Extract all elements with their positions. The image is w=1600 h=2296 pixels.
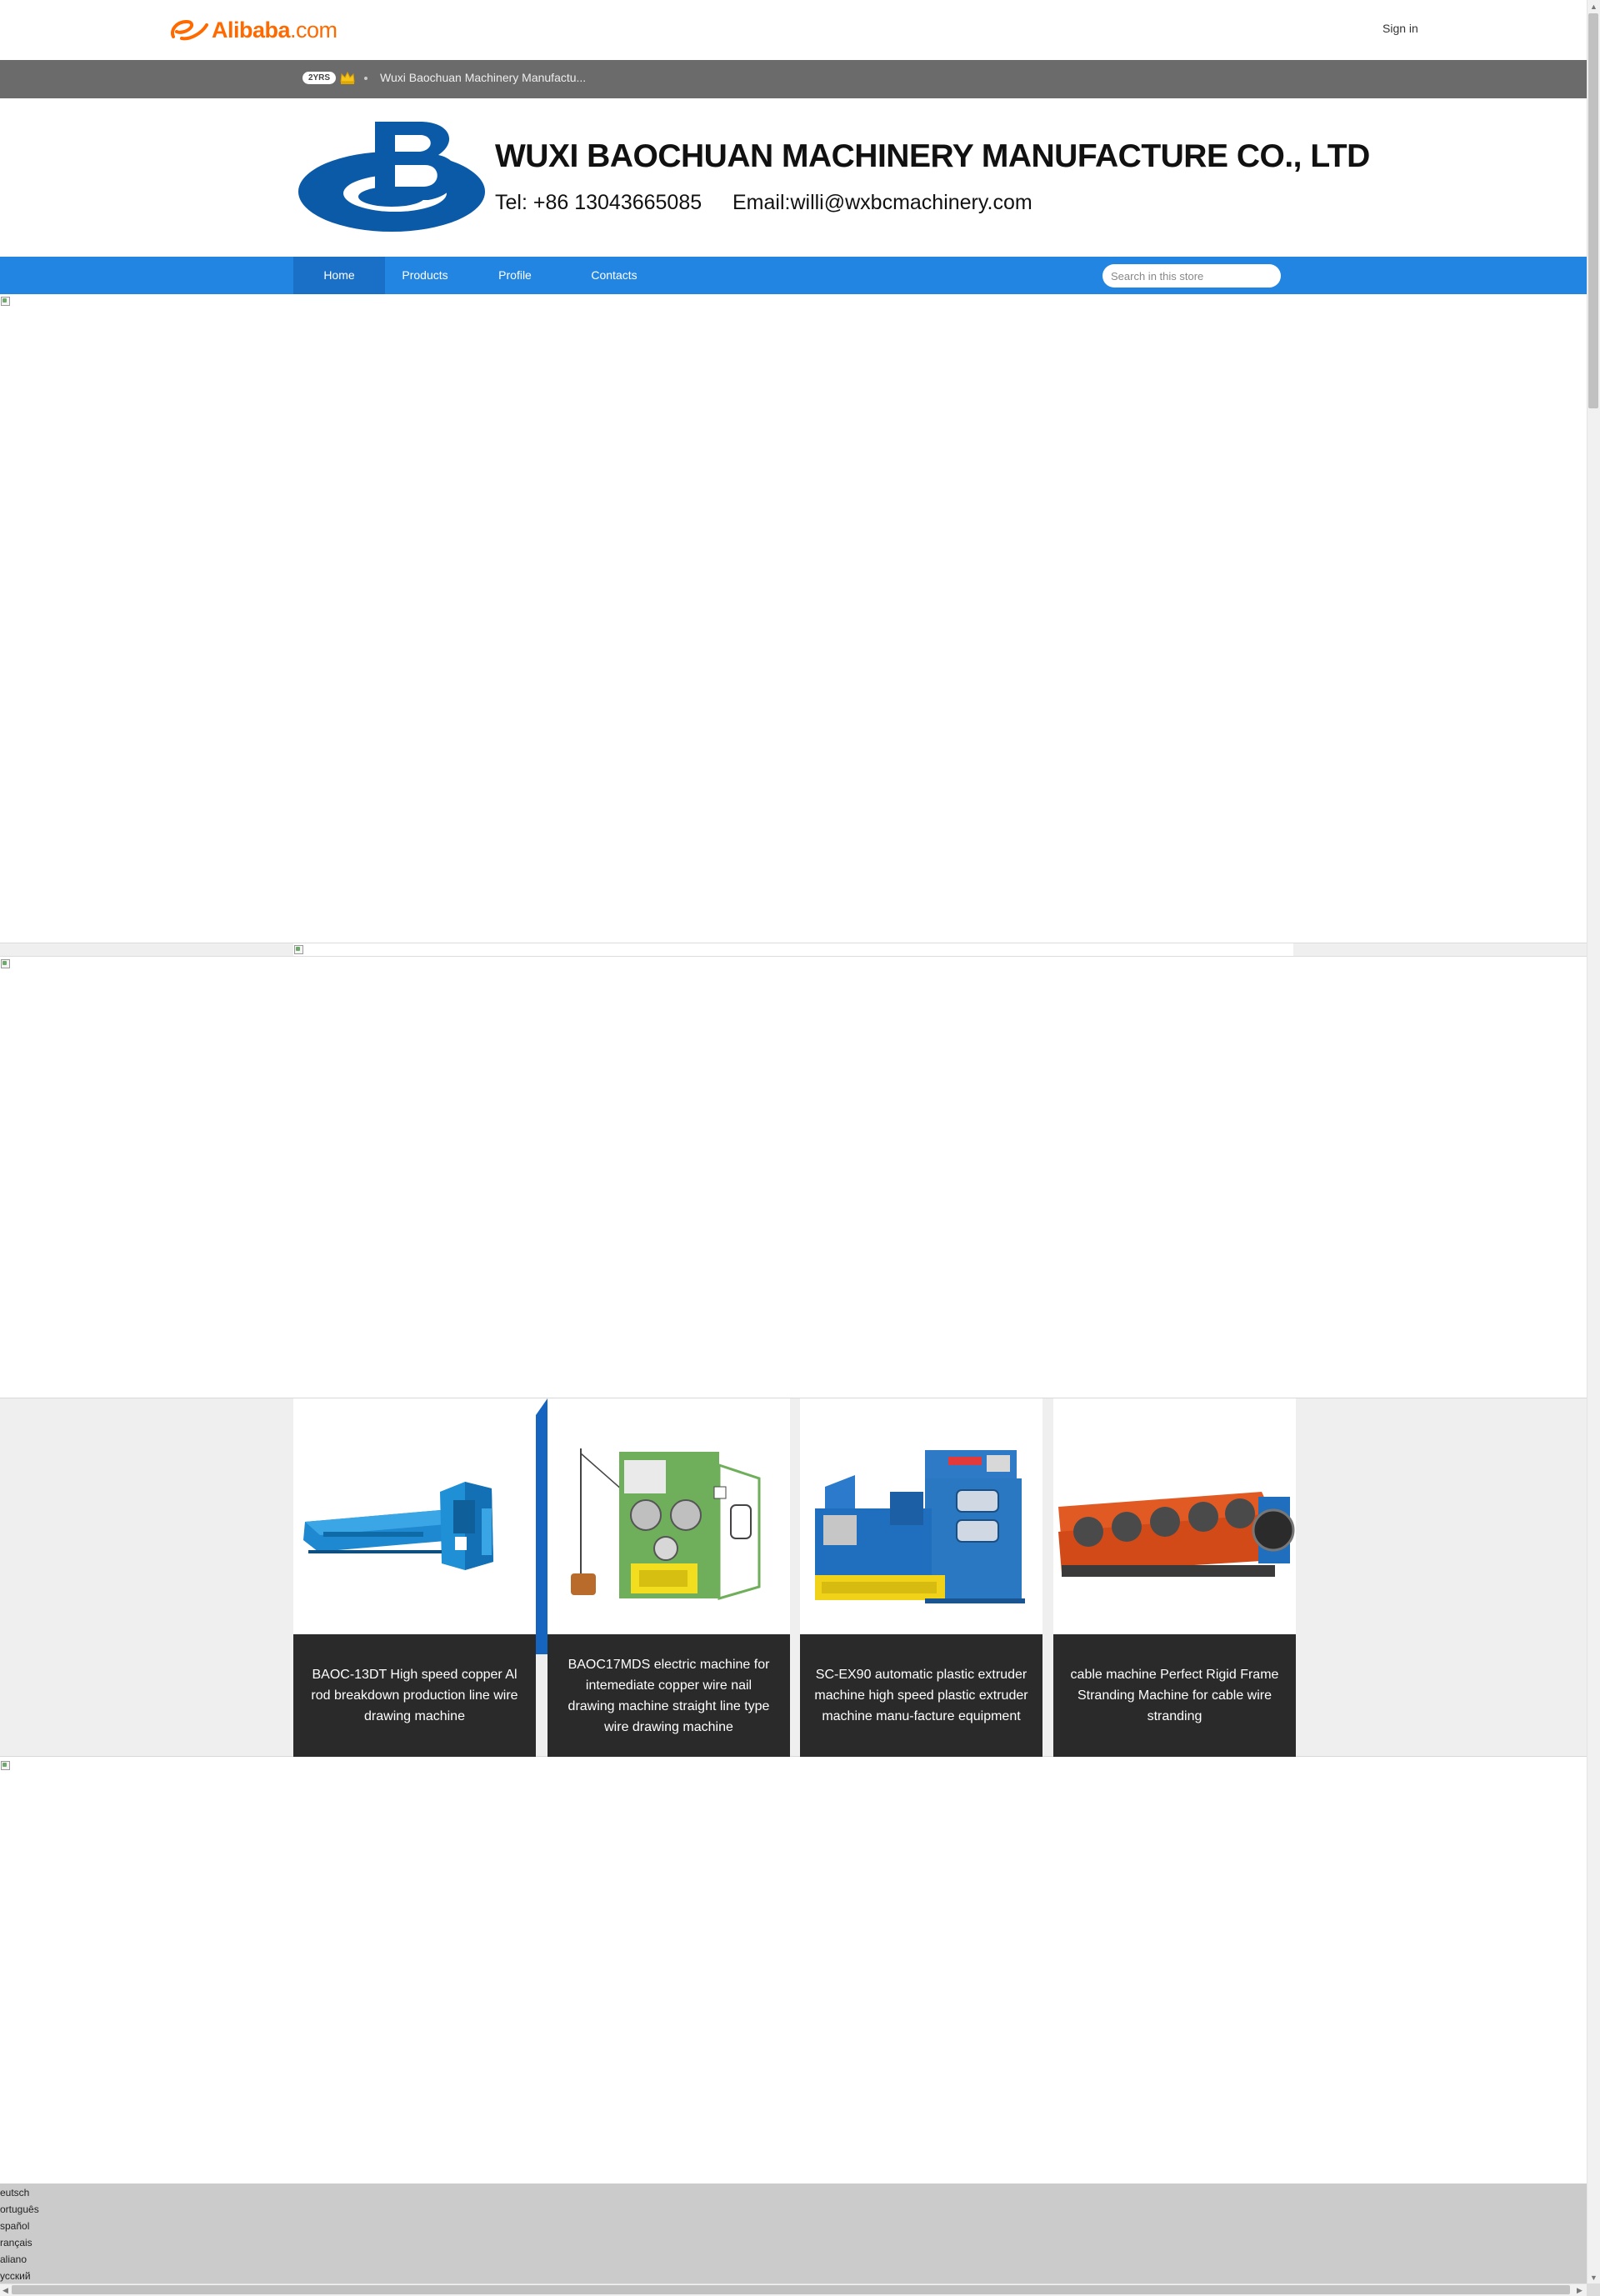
product-image [293,1398,536,1634]
company-tel: Tel: +86 13043665085 [495,191,702,214]
scroll-down-arrow-icon[interactable]: ▼ [1590,2273,1598,2283]
hero-image-2 [0,957,1587,1398]
section-strip-inner [293,943,1293,956]
nav-products[interactable]: Products [385,257,465,294]
hero-image-3 [0,1757,1587,2183]
alibaba-logo[interactable]: Alibaba.com [168,13,338,47]
scrollbar-corner [1587,2283,1600,2296]
carousel-accent-bar [536,1398,548,1654]
product-title: SC-EX90 automatic plastic extruder machi… [800,1634,1042,1757]
green-wire-drawing-machine-image [571,1448,761,1600]
extruder-machine-image [815,1450,1025,1603]
broken-image-icon [0,296,10,306]
nav-contacts[interactable]: Contacts [577,257,652,294]
product-title: BAOC17MDS electric machine for intemedia… [548,1634,790,1757]
language-option[interactable]: eutsch [0,2187,29,2198]
broken-image-icon [293,944,303,954]
years-badge: 2YRS [302,72,336,84]
language-list: eutsch ortuguês spañol rançais aliano ус… [0,2183,1587,2283]
signin-link[interactable]: Sign in [1382,22,1418,35]
language-option[interactable]: rançais [0,2237,32,2248]
product-image [548,1398,790,1634]
broken-image-icon [0,1760,10,1770]
wire-drawing-line-image [303,1482,493,1570]
language-option[interactable]: spañol [0,2220,29,2232]
nav-profile[interactable]: Profile [482,257,548,294]
separator-dot [364,77,368,80]
company-b-logo-icon [298,122,485,232]
featured-products-section [0,1398,1587,1757]
product-title: cable machine Perfect Rigid Frame Strand… [1053,1634,1296,1757]
scroll-left-arrow-icon[interactable]: ◀ [2,2285,8,2295]
product-image [800,1398,1042,1634]
alibaba-logo-text: Alibaba.com [212,17,338,43]
horizontal-scrollbar-thumb[interactable] [12,2285,1570,2294]
company-name: WUXI BAOCHUAN MACHINERY MANUFACTURE CO.,… [495,138,1370,174]
broken-image-icon [0,958,10,968]
store-search-input[interactable] [1102,264,1281,288]
store-nav-bar [0,257,1587,294]
product-card[interactable]: cable machine Perfect Rigid Frame Strand… [1053,1398,1296,1757]
product-title: BAOC-13DT High speed copper Al rod break… [293,1634,536,1757]
scroll-right-arrow-icon[interactable]: ▶ [1577,2285,1582,2295]
vertical-scrollbar-thumb[interactable] [1588,13,1598,408]
product-card[interactable]: BAOC17MDS electric machine for intemedia… [548,1398,790,1757]
scroll-up-arrow-icon[interactable]: ▲ [1590,2,1598,12]
language-option[interactable]: усский [0,2270,31,2282]
language-option[interactable]: ortuguês [0,2203,39,2215]
product-card[interactable]: SC-EX90 automatic plastic extruder machi… [800,1398,1042,1757]
language-option[interactable]: aliano [0,2253,27,2265]
stranding-machine-image [1058,1492,1295,1577]
supplier-bar [0,60,1587,98]
company-email: Email:willi@wxbcmachinery.com [732,191,1032,214]
supplier-name-link[interactable]: Wuxi Baochuan Machinery Manufactu... [380,71,586,84]
product-image [1053,1398,1296,1634]
store-page: Alibaba.com Sign in 2YRS Wuxi Baochuan M… [0,0,1587,2283]
crown-icon [340,71,355,84]
product-card[interactable]: BAOC-13DT High speed copper Al rod break… [293,1398,536,1757]
nav-home[interactable]: Home [293,257,385,294]
alibaba-logo-icon [171,19,208,41]
store-banner: WUXI BAOCHUAN MACHINERY MANUFACTURE CO.,… [293,98,1370,257]
hero-image-1 [0,294,1587,943]
